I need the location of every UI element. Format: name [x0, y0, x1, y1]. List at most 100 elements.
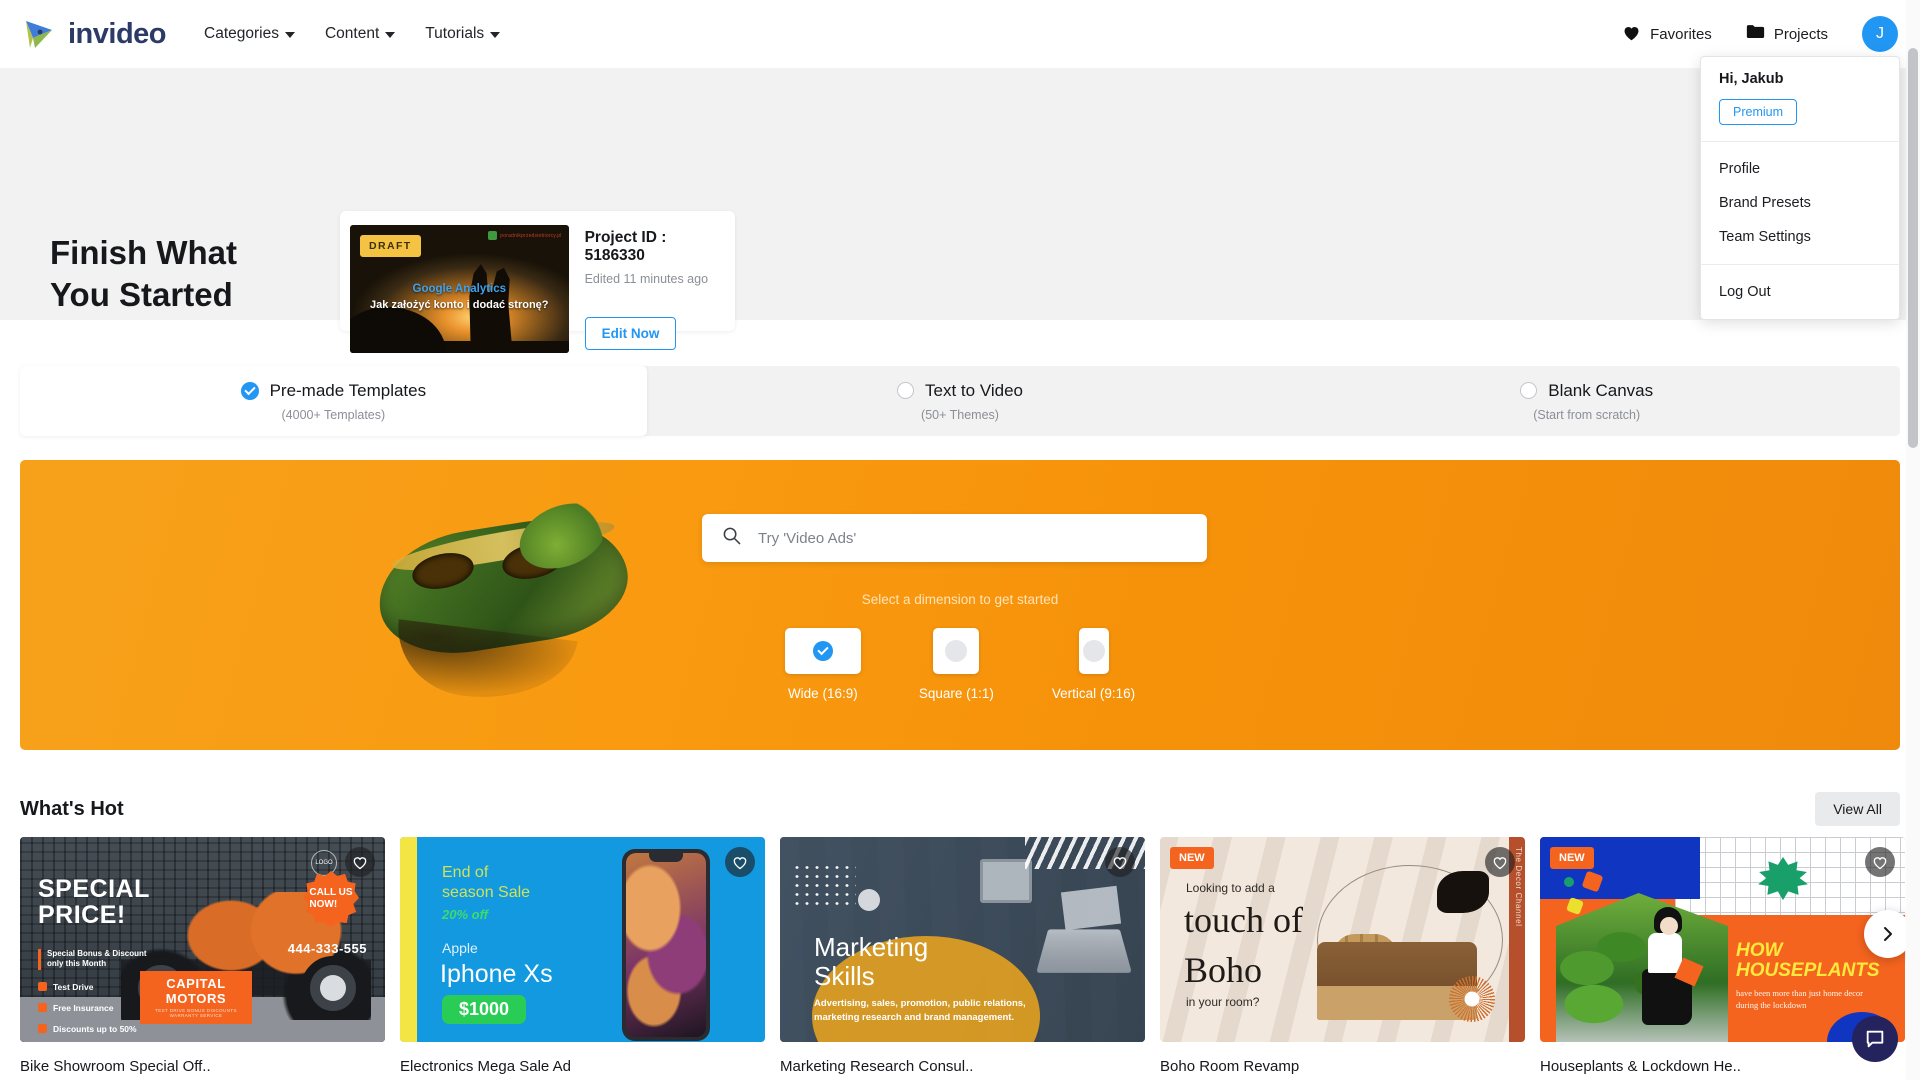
bike-bullet-0: Test Drive	[38, 982, 147, 992]
projects-label: Projects	[1773, 25, 1828, 43]
draft-logo-text: poradnikprzedsiebiorcy.pl	[500, 232, 562, 239]
dimension-tile-vertical[interactable]	[1078, 628, 1109, 674]
menu-item-log-out[interactable]: Log Out	[1701, 275, 1899, 309]
favorite-toggle-button[interactable]	[725, 847, 755, 877]
marketing-laptop	[1036, 929, 1132, 973]
template-card[interactable]: SPECIAL PRICE! Special Bonus & Discount …	[20, 837, 385, 1080]
menu-item-team-settings[interactable]: Team Settings	[1701, 220, 1899, 254]
nav-item-categories[interactable]: Categories	[204, 25, 295, 43]
bike-feature-list: Special Bonus & Discount only this Month…	[38, 949, 147, 1042]
favorite-toggle-button[interactable]	[345, 847, 375, 877]
chevron-right-icon	[1884, 927, 1892, 941]
chevron-down-icon	[284, 32, 295, 38]
draft-project-card[interactable]: poradnikprzedsiebiorcy.pl DRAFT Google A…	[340, 211, 735, 353]
template-search-box[interactable]	[702, 514, 1207, 562]
mode-option-text-to-video[interactable]: Text to Video (50+ Themes)	[647, 366, 1274, 436]
avatar[interactable]: J	[1862, 16, 1898, 52]
section-title-whats-hot: What's Hot	[20, 797, 124, 820]
heart-icon	[1622, 24, 1641, 45]
edit-now-button[interactable]: Edit Now	[584, 317, 677, 350]
draft-hill	[350, 306, 447, 353]
template-card-title: Electronics Mega Sale Ad	[400, 1058, 571, 1075]
heart-outline-icon	[1873, 856, 1887, 869]
check-dot-icon	[38, 1003, 47, 1013]
dimension-label-square: Square (1:1)	[918, 686, 994, 701]
account-menu-header: Hi, Jakub Premium	[1701, 57, 1899, 142]
chat-bubble-icon	[1866, 1030, 1884, 1048]
bike-bullet-label-0: Test Drive	[53, 981, 94, 992]
template-card[interactable]: The Decor Channel Looking to add a touch…	[1160, 837, 1525, 1080]
iphone-brand: Apple	[442, 940, 478, 956]
nav-label-categories: Categories	[204, 25, 279, 42]
houseplants-body-text: have been more than just home decor duri…	[1736, 988, 1863, 1011]
dimension-label-vertical: Vertical (9:16)	[1051, 686, 1136, 701]
radio-unchecked-icon[interactable]	[1520, 382, 1538, 399]
dimension-hint: Select a dimension to get started	[861, 592, 1059, 607]
menu-item-brand-presets[interactable]: Brand Presets	[1701, 186, 1899, 220]
iphone-device-render	[622, 849, 710, 1041]
dot-grid-decoration	[792, 863, 856, 909]
template-thumbnail-boho[interactable]: The Decor Channel Looking to add a touch…	[1160, 837, 1525, 1042]
mode-sub-blank-canvas: (Start from scratch)	[1533, 407, 1641, 422]
radio-unchecked-icon[interactable]	[897, 382, 915, 399]
scrollbar-thumb[interactable]	[1908, 48, 1918, 448]
template-card[interactable]: HOW HOUSEPLANTS have been more than just…	[1540, 837, 1905, 1080]
plan-badge[interactable]: Premium	[1719, 99, 1798, 125]
dimension-option-vertical[interactable]: Vertical (9:16)	[1052, 628, 1135, 701]
account-menu-links: Profile Brand Presets Team Settings	[1701, 142, 1899, 265]
iphone-notch	[649, 853, 683, 862]
dimension-tile-wide[interactable]	[784, 628, 861, 674]
dimension-option-square[interactable]: Square (1:1)	[919, 628, 994, 701]
search-input[interactable]	[758, 529, 1187, 547]
favorite-toggle-button[interactable]	[1865, 847, 1895, 877]
draft-logo-dot-icon	[488, 231, 498, 240]
bike-bullet-label-1: Free Insurance	[53, 1002, 114, 1013]
projects-button[interactable]: Projects	[1746, 24, 1828, 44]
circle-icon	[945, 640, 968, 662]
template-thumbnail-iphone[interactable]: End of season Sale 20% off Apple Iphone …	[400, 837, 765, 1042]
dimension-selector: Wide (16:9) Square (1:1) Vertical (9:16)	[0, 628, 1920, 701]
draft-thumb-logo: poradnikprzedsiebiorcy.pl	[488, 231, 561, 240]
template-thumbnail-houseplants[interactable]: HOW HOUSEPLANTS have been more than just…	[1540, 837, 1905, 1042]
template-card[interactable]: End of season Sale 20% off Apple Iphone …	[400, 837, 765, 1080]
nav-label-content: Content	[324, 25, 380, 42]
template-thumbnail-marketing[interactable]: Marketing Skills Advertising, sales, pro…	[780, 837, 1145, 1042]
bike-bullet-1: Free Insurance	[38, 1003, 147, 1013]
template-card-title: Boho Room Revamp	[1160, 1058, 1300, 1075]
favorite-toggle-button[interactable]	[1485, 847, 1515, 877]
chevron-down-icon	[385, 32, 396, 38]
page-scrollbar[interactable]	[1906, 0, 1920, 1080]
view-all-button[interactable]: View All	[1815, 792, 1900, 826]
heart-outline-icon	[353, 856, 367, 869]
page-title: Finish What You Started	[50, 234, 237, 314]
nav-item-content[interactable]: Content	[324, 25, 396, 43]
radio-checked-icon[interactable]	[240, 381, 259, 400]
draft-thumbnail[interactable]: poradnikprzedsiebiorcy.pl DRAFT Google A…	[350, 225, 569, 353]
mode-option-blank-canvas[interactable]: Blank Canvas (Start from scratch)	[1273, 366, 1900, 436]
boho-line-4: in your room?	[1186, 995, 1260, 1009]
template-thumbnail-bike[interactable]: SPECIAL PRICE! Special Bonus & Discount …	[20, 837, 385, 1042]
template-card[interactable]: Marketing Skills Advertising, sales, pro…	[780, 837, 1145, 1080]
marketing-papers	[1060, 885, 1122, 931]
person-top	[1648, 933, 1682, 973]
brand-logo[interactable]: invideo	[22, 17, 167, 51]
invideo-logo-icon	[22, 17, 60, 51]
dimension-option-wide[interactable]: Wide (16:9)	[784, 628, 861, 701]
check-icon	[812, 641, 833, 661]
favorite-toggle-button[interactable]	[1105, 847, 1135, 877]
favorites-label: Favorites	[1650, 25, 1712, 43]
boho-dark-plant	[1437, 871, 1489, 913]
nav-item-tutorials[interactable]: Tutorials	[425, 25, 501, 43]
header-actions: Favorites Projects J	[1622, 16, 1898, 52]
bike-brand-sub: TEST DRIVE BONUS DISCOUNTS WARRANTY SERV…	[155, 1008, 237, 1018]
top-navigation-bar: invideo Categories Content Tutorials Fav…	[0, 0, 1920, 68]
heart-outline-icon	[733, 856, 747, 869]
person-illustration	[1636, 907, 1704, 1027]
mode-row-text-to-video: Text to Video	[897, 381, 1023, 401]
carousel-next-button[interactable]	[1864, 910, 1912, 958]
mode-option-premade-templates[interactable]: Pre-made Templates (4000+ Templates)	[20, 366, 647, 436]
favorites-button[interactable]: Favorites	[1622, 24, 1712, 45]
support-chat-button[interactable]	[1852, 1016, 1898, 1062]
dimension-tile-square[interactable]	[933, 628, 980, 674]
menu-item-profile[interactable]: Profile	[1701, 152, 1899, 186]
